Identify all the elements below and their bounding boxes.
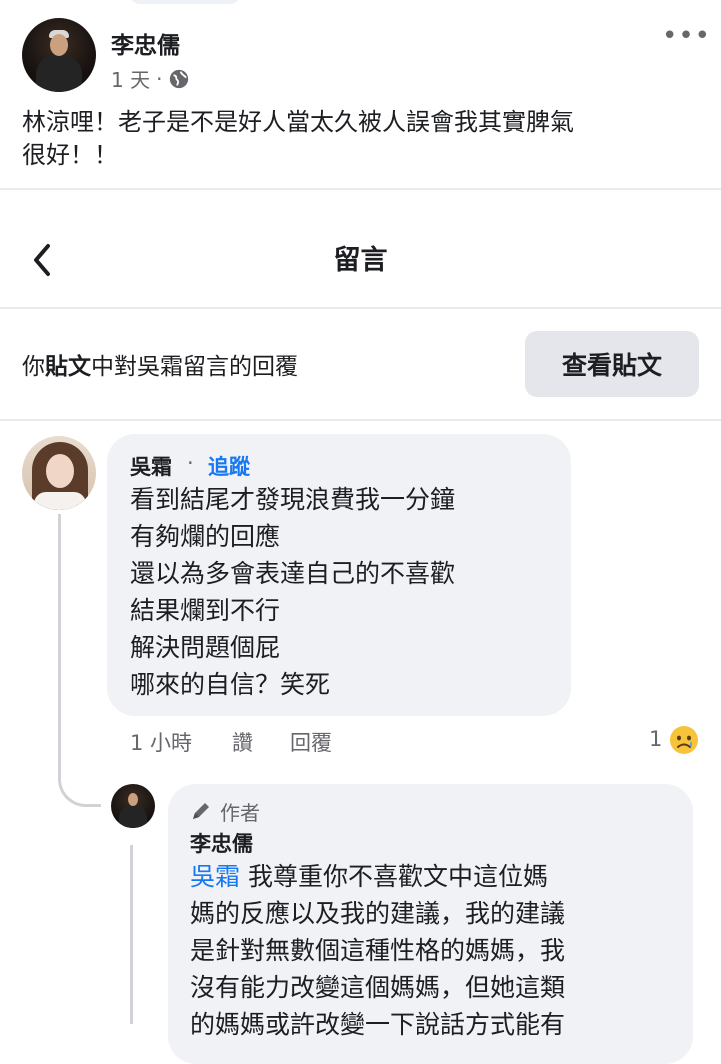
post-author-name[interactable]: 李忠儒 [111,26,180,60]
reply-line: 的媽媽或許改變一下說話方式能有 [190,1010,566,1039]
comment-line: 哪來的自信？笑死 [130,670,331,699]
follow-link[interactable]: 追蹤 [208,451,250,481]
post-text-line: 林涼哩！老子是不是好人當太久被人誤會我其實脾氣 [22,108,574,136]
context-prefix: 你 [22,354,45,380]
comment-line: 有夠爛的回應 [130,522,281,551]
divider [0,188,721,190]
context-bold: 貼文 [45,354,91,380]
reply-line-rest: 我尊重你不喜歡文中這位媽 [240,862,548,891]
pen-icon [193,803,209,819]
sad-reaction-icon[interactable] [668,724,700,756]
context-text: 你貼文中對吳霜留言的回覆 [22,347,298,381]
post-text-line: 很好！！ [22,141,118,169]
reply-line: 沒有能力改變這個媽媽，但她這類 [190,973,566,1002]
commenter-name[interactable]: 吳霜 [130,451,172,481]
more-icon[interactable]: ••• [662,23,710,49]
comment-line: 看到結尾才發現浪費我一分鐘 [130,485,456,514]
reaction-count[interactable]: 1 [649,727,662,751]
view-post-button[interactable]: 查看貼文 [525,331,699,397]
reply-line: 是針對無數個這種性格的媽媽，我 [190,936,566,965]
comment-line: 還以為多會表達自己的不喜歡 [130,559,456,588]
mention-link[interactable]: 吳霜 [190,862,240,891]
divider [0,419,721,421]
author-badge: 作者 [220,801,260,825]
thread-line [58,514,101,807]
like-button[interactable]: 讚 [232,727,253,757]
context-suffix: 中對吳霜留言的回覆 [91,354,298,380]
comment-text: 看到結尾才發現浪費我一分鐘 有夠爛的回應 還以為多會表達自己的不喜歡 結果爛到不… [130,481,455,703]
meta-dot: · [187,451,194,475]
globe-icon [170,69,189,88]
comment-time[interactable]: 1 小時 [130,727,192,757]
post-text: 林涼哩！老子是不是好人當太久被人誤會我其實脾氣 很好！！ [22,106,692,172]
reply-line: 吳霜 我尊重你不喜歡文中這位媽 [190,858,680,895]
commenter-avatar[interactable] [22,436,96,510]
meta-dot: · [156,66,163,91]
reply-text: 吳霜 我尊重你不喜歡文中這位媽 媽的反應以及我的建議，我的建議 是針對無數個這種… [190,858,680,1043]
post-time[interactable]: 1 天 [111,64,150,93]
avatar[interactable] [22,18,96,92]
comment-line: 解決問題個屁 [130,633,281,662]
page-title: 留言 [333,245,388,276]
reply-author-name[interactable]: 李忠儒 [190,828,253,858]
comment-line: 結果爛到不行 [130,596,281,625]
reply-button[interactable]: 回覆 [290,727,332,757]
post-meta: 1 天 · [111,64,190,93]
reply-avatar[interactable] [111,784,155,828]
top-stub [130,0,240,4]
thread-line [130,845,133,1024]
divider [0,307,721,309]
reply-line: 媽的反應以及我的建議，我的建議 [190,899,566,928]
